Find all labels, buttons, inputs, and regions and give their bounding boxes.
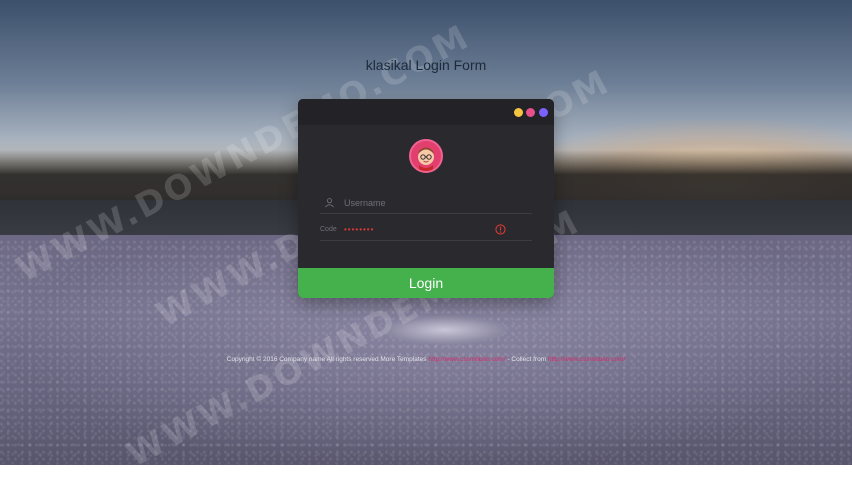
pink-dot-icon[interactable]: [526, 108, 535, 117]
template-link[interactable]: http://www.cssmoban.com/: [428, 356, 505, 363]
window-titlebar: [298, 99, 554, 125]
user-icon: [320, 194, 338, 212]
login-button[interactable]: Login: [298, 268, 554, 298]
avatar-face-icon: [418, 147, 434, 171]
login-card: Code •••••••• Login: [298, 99, 554, 298]
avatar: [409, 139, 443, 173]
yellow-dot-icon[interactable]: [514, 108, 523, 117]
collect-link[interactable]: http://www.cssmoban.com/: [548, 356, 625, 363]
password-label: Code: [320, 226, 337, 233]
copyright-text: Copyright © 2016 Company name All rights…: [226, 356, 427, 363]
password-row: Code ••••••••: [320, 219, 532, 241]
purple-dot-icon[interactable]: [539, 108, 548, 117]
password-input[interactable]: ••••••••: [344, 225, 494, 234]
footer: Copyright © 2016 Company name All rights…: [0, 356, 852, 363]
collect-text: - Collect from: [507, 356, 547, 363]
warning-icon: [495, 224, 506, 235]
username-row: [320, 192, 532, 214]
username-input[interactable]: [344, 197, 494, 208]
page-title: klasikal Login Form: [365, 57, 487, 73]
